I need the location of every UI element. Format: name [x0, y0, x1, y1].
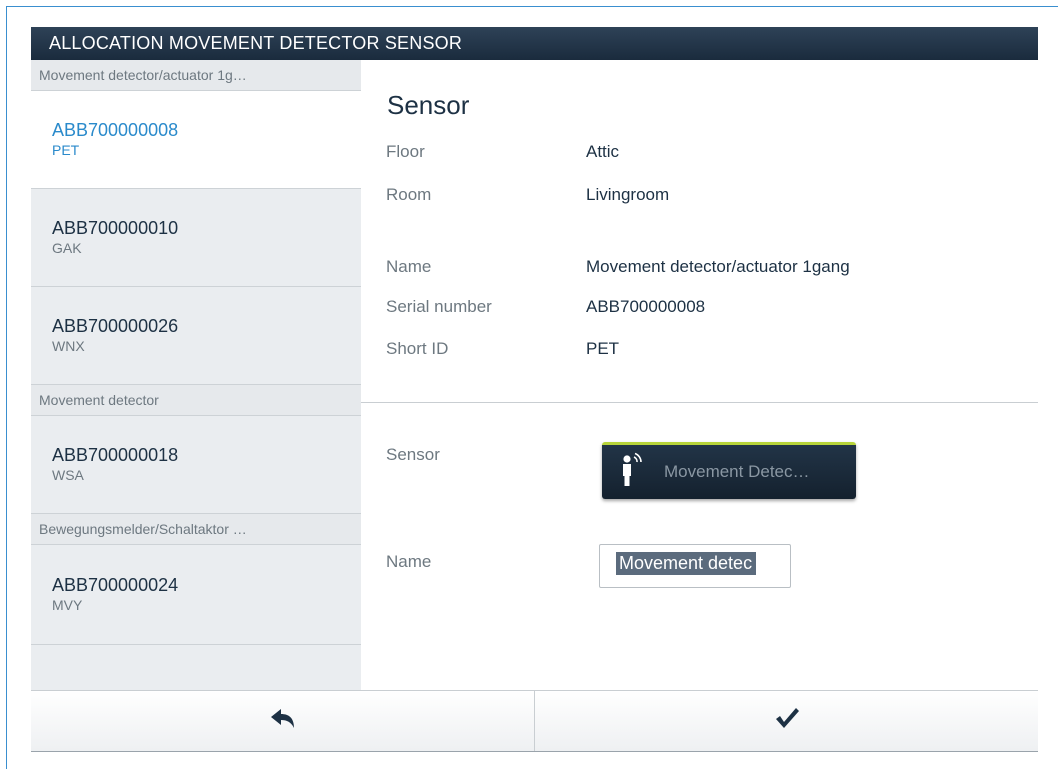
list-item-serial: ABB700000026	[52, 316, 179, 336]
confirm-button[interactable]	[534, 691, 1038, 751]
list-item-short-id: MVY	[52, 597, 83, 613]
list-item-serial: ABB700000008	[52, 120, 179, 140]
sensor-button-label: Movement Detec…	[664, 462, 810, 481]
list-item-short-id: GAK	[52, 240, 82, 256]
name-label: Name	[386, 257, 432, 276]
list-item-short-id: WSA	[52, 467, 84, 483]
list-item-short-id: WNX	[52, 338, 85, 354]
list-item-abb700000008[interactable]: ABB700000008 PET	[31, 91, 361, 189]
room-value: Livingroom	[586, 185, 670, 204]
list-item-abb700000026[interactable]: ABB700000026 WNX	[31, 287, 361, 385]
list-item-serial: ABB700000010	[52, 218, 179, 238]
movement-detector-icon	[620, 452, 646, 493]
group-header-movement-detector: Movement detector	[31, 385, 361, 416]
window-title: ALLOCATION MOVEMENT DETECTOR SENSOR	[31, 27, 1038, 60]
list-item-short-id: PET	[52, 142, 80, 158]
sensor-select-button[interactable]: Movement Detec…	[602, 442, 856, 499]
list-item-abb700000024[interactable]: ABB700000024 MVY	[31, 545, 361, 645]
back-arrow-icon	[270, 706, 296, 737]
serial-number-label: Serial number	[386, 297, 492, 316]
checkmark-icon	[774, 706, 800, 737]
floor-value: Attic	[586, 142, 620, 161]
floor-label: Floor	[386, 142, 425, 161]
list-item-abb700000018[interactable]: ABB700000018 WSA	[31, 416, 361, 514]
serial-number-value: ABB700000008	[586, 297, 706, 316]
name-value: Movement detector/actuator 1gang	[586, 257, 850, 276]
section-title: Sensor	[387, 90, 470, 120]
name-input-selected-text: Movement detec	[616, 552, 757, 575]
short-id-label: Short ID	[386, 339, 449, 358]
name-input-field[interactable]: Movement detec	[599, 544, 791, 588]
detail-panel: Sensor Floor Attic Room Livingroom Name …	[361, 60, 1038, 690]
footer-bar	[31, 690, 1038, 752]
room-label: Room	[386, 185, 432, 204]
short-id-value: PET	[586, 339, 620, 358]
list-item-abb700000010[interactable]: ABB700000010 GAK	[31, 189, 361, 287]
config-name-label: Name	[386, 552, 432, 571]
sensor-label: Sensor	[386, 445, 440, 464]
group-header-bewegungsmelder: Bewegungsmelder/Schaltaktor …	[31, 514, 361, 545]
list-item-serial: ABB700000024	[52, 575, 179, 595]
back-button[interactable]	[31, 691, 534, 751]
list-item-serial: ABB700000018	[52, 445, 179, 465]
section-divider	[361, 402, 1038, 403]
group-header-movement-actuator: Movement detector/actuator 1g…	[31, 60, 361, 91]
device-list-sidebar: Movement detector/actuator 1g… ABB700000…	[31, 60, 361, 690]
